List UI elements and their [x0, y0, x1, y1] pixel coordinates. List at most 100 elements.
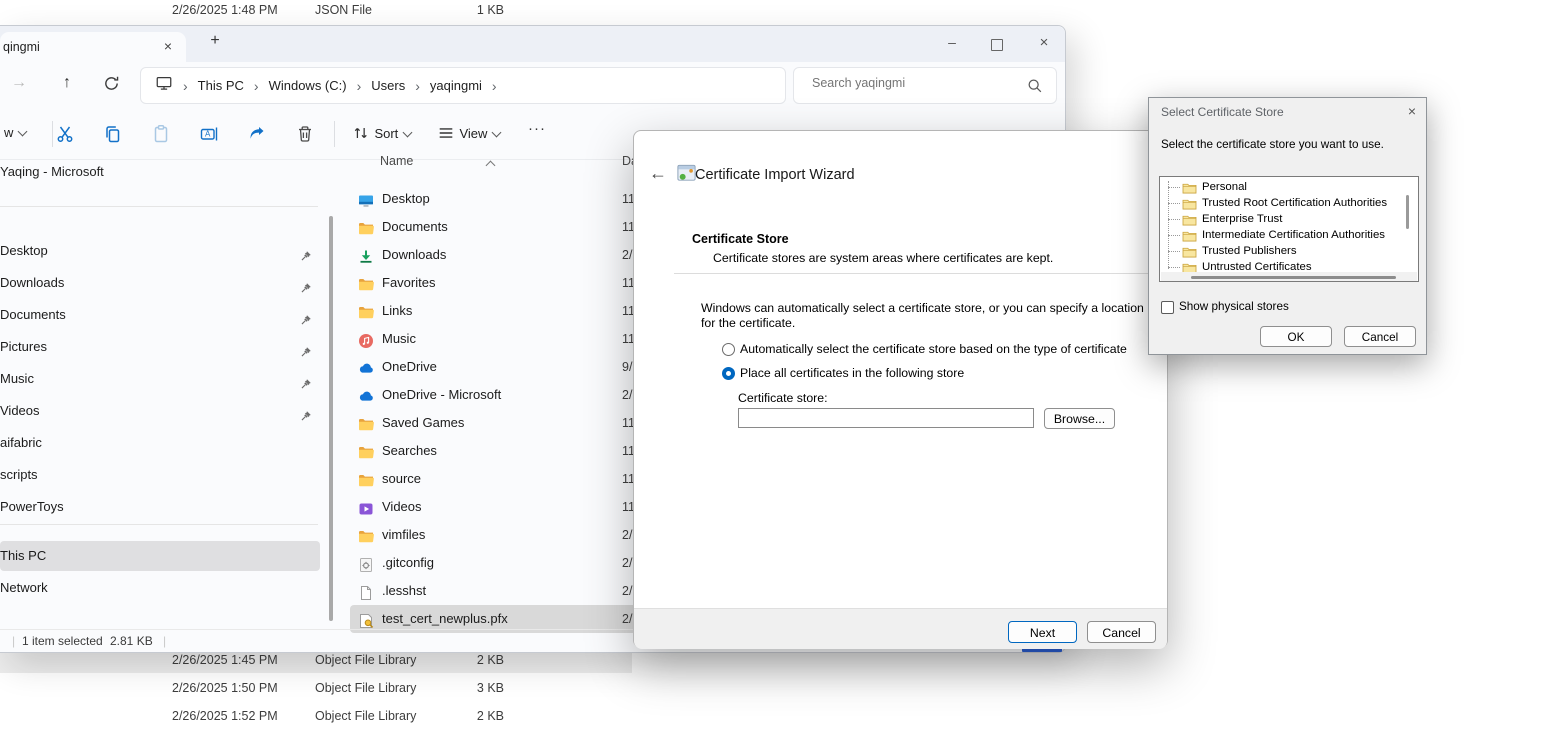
file-row-onedrive-microsoft[interactable]: OneDrive - Microsoft2/	[350, 381, 652, 409]
radio-place-in-store-label[interactable]: Place all certificates in the following …	[740, 366, 964, 380]
next-button[interactable]: Next	[1008, 621, 1077, 643]
onedrive-icon	[358, 359, 374, 375]
explorer-tab[interactable]: qingmi ×	[0, 32, 186, 62]
close-icon[interactable]: ×	[1403, 103, 1421, 119]
sidebar-item-downloads[interactable]: Downloads	[0, 268, 320, 298]
file-row-music[interactable]: Music11,	[350, 325, 652, 353]
sidebar-item-aifabric[interactable]: aifabric	[0, 428, 320, 458]
share-icon[interactable]	[247, 124, 267, 144]
wizard-title: Certificate Import Wizard	[695, 167, 855, 183]
sidebar-item-scripts[interactable]: scripts	[0, 460, 320, 490]
minimize-button[interactable]: –	[942, 34, 962, 50]
forward-icon[interactable]: →	[8, 74, 30, 92]
file-type: Object File Library	[315, 675, 416, 701]
sidebar-item-pictures[interactable]: Pictures	[0, 332, 320, 362]
tree-horizontal-scrollbar[interactable]	[1161, 272, 1417, 282]
tree-vertical-scrollbar[interactable]	[1406, 195, 1409, 229]
back-arrow-icon[interactable]: ←	[646, 163, 670, 184]
refresh-icon[interactable]	[100, 75, 122, 97]
browse-button[interactable]: Browse...	[1044, 408, 1115, 429]
tree-item-enterprise-trust[interactable]: Enterprise Trust	[1160, 211, 1418, 227]
folder-icon	[358, 303, 374, 319]
tree-horizontal-scrollbar-thumb[interactable]	[1191, 276, 1396, 279]
maximize-button[interactable]	[991, 39, 1003, 51]
tree-item-intermediate-certification-authorities[interactable]: Intermediate Certification Authorities	[1160, 227, 1418, 243]
certificate-store-input[interactable]	[738, 408, 1034, 428]
file-row-favorites[interactable]: Favorites11,	[350, 269, 652, 297]
breadcrumb: ›This PC›Windows (C:)›Users›yaqingmi›	[140, 67, 786, 104]
tree-item-trusted-publishers[interactable]: Trusted Publishers	[1160, 243, 1418, 259]
file-row-desktop[interactable]: Desktop11,	[350, 185, 652, 213]
file-date-fragment: 2/	[622, 241, 632, 269]
file-type: JSON File	[315, 0, 372, 23]
background-file-row[interactable]: 2/26/2025 1:50 PMObject File Library3 KB	[0, 675, 632, 701]
close-button[interactable]: ×	[1034, 34, 1054, 51]
file-name: Videos	[382, 493, 422, 521]
certificate-store-tree: PersonalTrusted Root Certification Autho…	[1159, 176, 1419, 282]
sidebar-item-powertoys[interactable]: PowerToys	[0, 492, 320, 522]
copy-icon[interactable]	[103, 124, 123, 144]
new-tab-button[interactable]: +	[205, 32, 225, 52]
file-row-videos[interactable]: Videos11,	[350, 493, 652, 521]
radio-place-in-store[interactable]	[722, 367, 735, 380]
sidebar-item-label: Downloads	[0, 275, 64, 290]
tree-item-label: Intermediate Certification Authorities	[1202, 227, 1385, 243]
cut-icon[interactable]	[55, 124, 75, 144]
file-row-source[interactable]: source11,	[350, 465, 652, 493]
tree-item-personal[interactable]: Personal	[1160, 179, 1418, 195]
show-physical-stores-checkbox[interactable]	[1161, 301, 1174, 314]
breadcrumb-item[interactable]: yaqingmi	[430, 78, 482, 93]
radio-automatic-store[interactable]	[722, 343, 735, 356]
rename-icon[interactable]: A	[199, 124, 219, 144]
ok-button[interactable]: OK	[1260, 326, 1332, 347]
breadcrumb-item[interactable]: Users	[371, 78, 405, 93]
radio-automatic-store-label[interactable]: Automatically select the certificate sto…	[740, 342, 1127, 356]
file-name: Downloads	[382, 241, 446, 269]
tree-item-trusted-root-certification-authorities[interactable]: Trusted Root Certification Authorities	[1160, 195, 1418, 211]
file-row--lesshst[interactable]: .lesshst2/	[350, 577, 652, 605]
file-row-documents[interactable]: Documents11,	[350, 213, 652, 241]
cancel-button[interactable]: Cancel	[1087, 621, 1156, 643]
file-row-saved-games[interactable]: Saved Games11,	[350, 409, 652, 437]
background-file-row[interactable]: 2/26/2025 1:52 PMObject File Library2 KB	[0, 703, 632, 729]
search-box[interactable]	[793, 67, 1057, 104]
divider	[334, 121, 335, 147]
file-row-vimfiles[interactable]: vimfiles2/	[350, 521, 652, 549]
tree-item-label: Trusted Publishers	[1202, 243, 1297, 259]
wizard-intro-text: Windows can automatically select a certi…	[701, 301, 1153, 331]
new-button[interactable]: w	[4, 125, 26, 140]
sidebar-item-this-pc[interactable]: This PC	[0, 541, 320, 571]
view-button[interactable]: View	[437, 124, 500, 143]
up-icon[interactable]: ↑	[56, 74, 78, 92]
dialog-cancel-button[interactable]: Cancel	[1344, 326, 1416, 347]
sidebar-item-label: PowerToys	[0, 499, 64, 514]
wizard-heading: Certificate Store	[692, 232, 789, 246]
sidebar-item-onedrive-account[interactable]: Yaqing - Microsoft	[0, 164, 320, 180]
column-header-name[interactable]: Name	[380, 154, 413, 168]
delete-icon[interactable]	[295, 124, 315, 144]
search-input[interactable]	[810, 75, 1014, 91]
file-row-onedrive[interactable]: OneDrive9/	[350, 353, 652, 381]
sidebar-item-documents[interactable]: Documents	[0, 300, 320, 330]
paste-icon[interactable]	[151, 124, 171, 144]
tab-close-icon[interactable]: ×	[158, 38, 178, 56]
title-bar: qingmi × + – ×	[0, 26, 1065, 62]
breadcrumb-item[interactable]: This PC	[198, 78, 244, 93]
file-row-downloads[interactable]: Downloads 2/	[350, 241, 652, 269]
file-row-links[interactable]: Links11,	[350, 297, 652, 325]
file-row-searches[interactable]: Searches11,	[350, 437, 652, 465]
sidebar-item-music[interactable]: Music	[0, 364, 320, 394]
more-options-button[interactable]: ···	[528, 120, 546, 137]
file-row--gitconfig[interactable]: .gitconfig2/	[350, 549, 652, 577]
sidebar-item-desktop[interactable]: Desktop	[0, 236, 320, 266]
sidebar-item-label: scripts	[0, 467, 38, 482]
sidebar-scrollbar[interactable]	[329, 216, 333, 621]
show-physical-stores-label[interactable]: Show physical stores	[1179, 300, 1289, 313]
sidebar-item-videos[interactable]: Videos	[0, 396, 320, 426]
search-icon[interactable]	[1026, 77, 1044, 100]
sidebar-item-network[interactable]: Network	[0, 573, 320, 603]
sort-button[interactable]: Sort	[352, 124, 411, 143]
chevron-down-icon	[403, 128, 413, 138]
background-file-row[interactable]: 2/26/2025 1:48 PM JSON File 1 KB	[0, 0, 632, 23]
breadcrumb-item[interactable]: Windows (C:)	[269, 78, 347, 93]
